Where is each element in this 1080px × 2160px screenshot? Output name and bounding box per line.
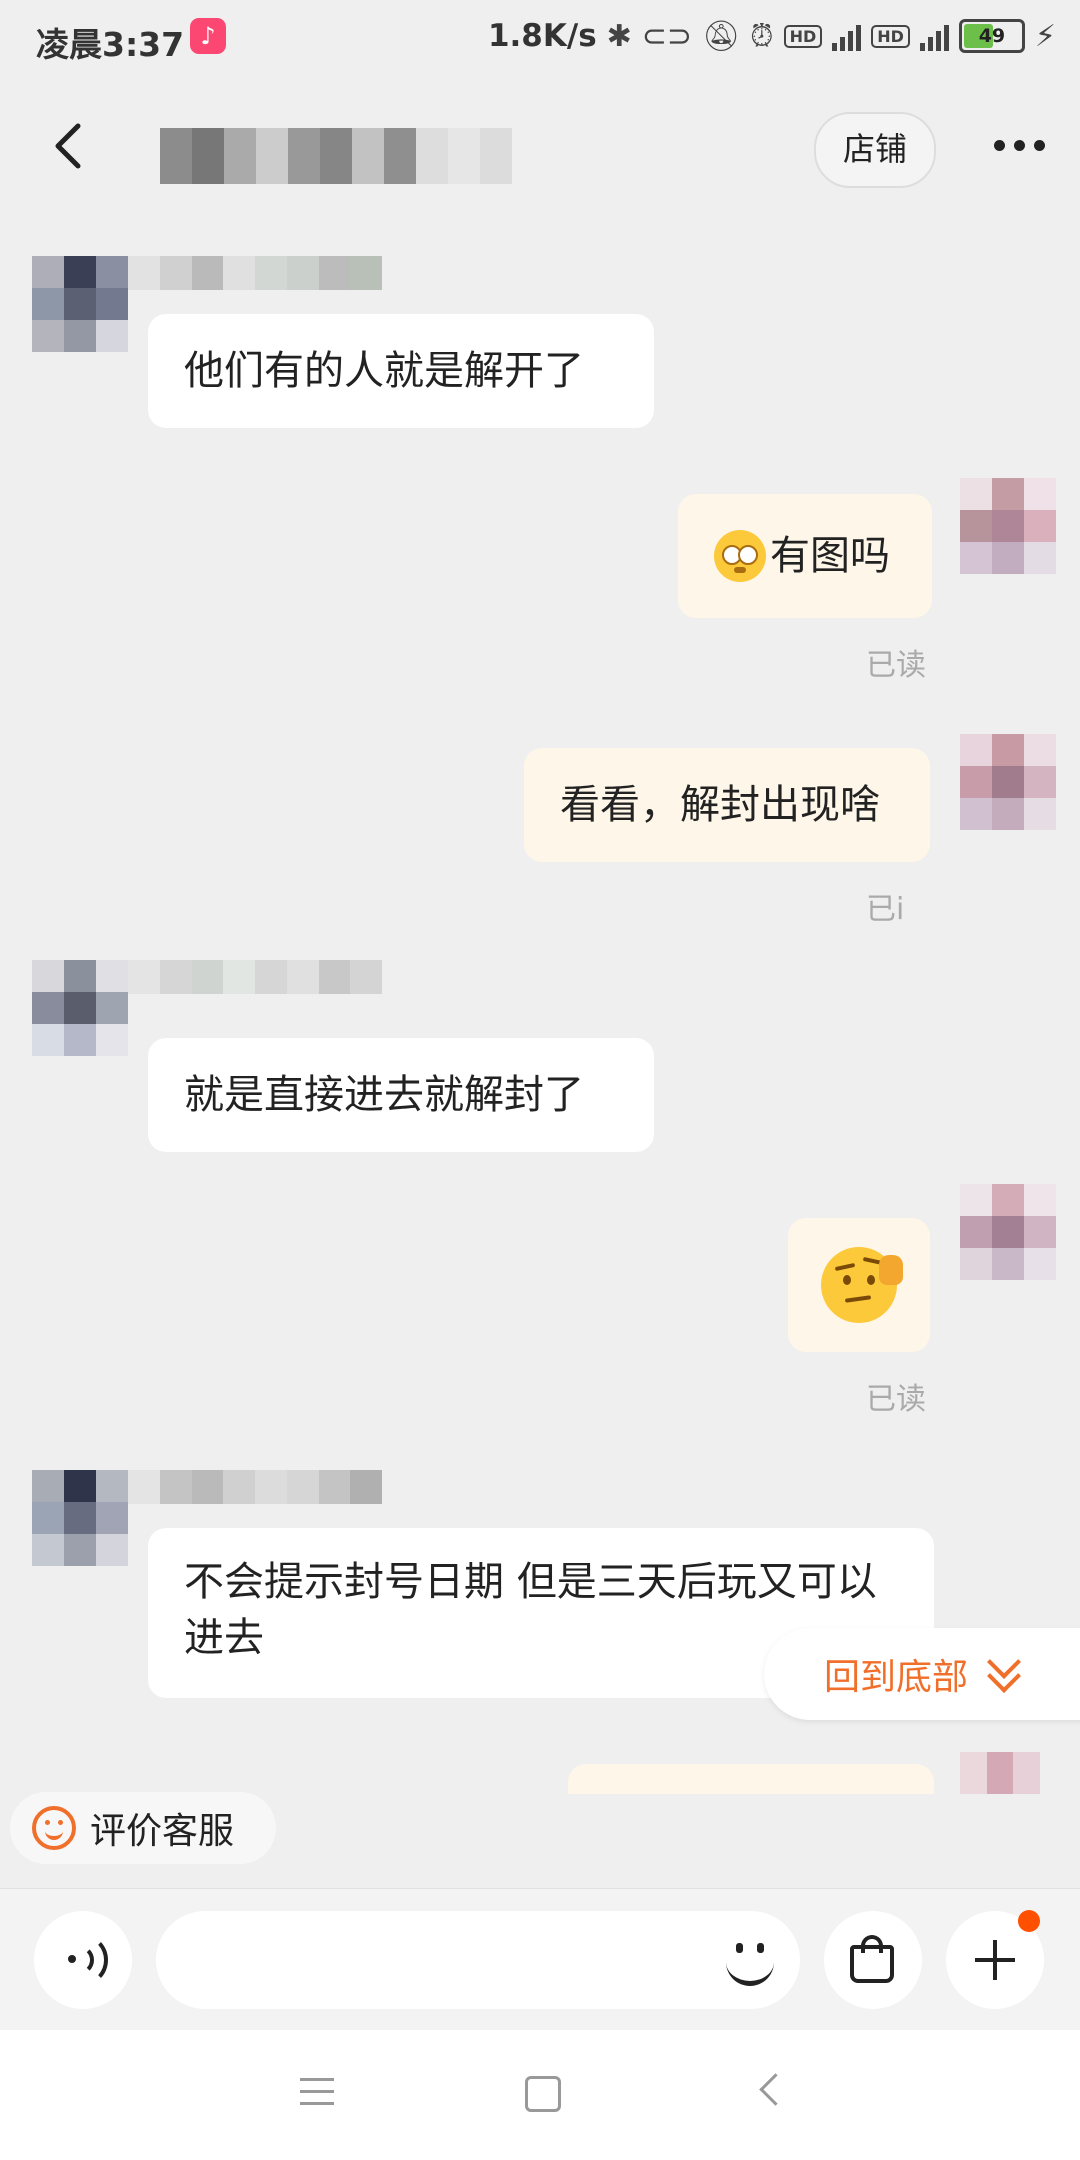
toggle-icon: ⊂⊃	[641, 18, 693, 54]
charging-icon: ⚡︎	[1034, 18, 1056, 54]
message-bubble[interactable]: 就是直接进去就解封了	[148, 1038, 654, 1152]
message-bubble[interactable]: 看看，解封出现啥	[524, 748, 930, 862]
home-icon[interactable]	[525, 2076, 561, 2112]
notification-dot	[1018, 1910, 1040, 1932]
message-bubble[interactable]	[788, 1218, 930, 1352]
message-bubble[interactable]: 有图吗	[678, 494, 932, 618]
signal-icon	[832, 21, 862, 51]
avatar-partial	[960, 1752, 1041, 1794]
avatar[interactable]	[32, 256, 128, 352]
read-status: 已读	[866, 1382, 926, 1417]
battery-level: 49	[978, 25, 1006, 47]
status-time: 凌晨3:37	[36, 25, 185, 64]
message-bubble-partial	[568, 1764, 934, 1794]
net-speed: 1.8K/s	[487, 18, 597, 54]
hd-icon: HD	[783, 24, 823, 48]
emoji-icon[interactable]	[720, 1929, 780, 1989]
status-icons: 1.8K/s ✱ ⊂⊃ 🔕︎ ⏰︎ HD HD 49 ⚡︎	[488, 18, 1056, 54]
read-status: 已读	[866, 648, 926, 683]
system-nav-bar	[0, 2030, 1080, 2160]
shopping-bag-icon[interactable]	[824, 1911, 922, 2009]
smile-icon	[32, 1806, 76, 1850]
douyin-icon: ♪	[190, 18, 226, 54]
avatar[interactable]	[32, 1470, 128, 1566]
avatar[interactable]	[960, 1184, 1056, 1280]
mute-icon: 🔕︎	[702, 18, 741, 54]
rate-service-label: 评价客服	[90, 1811, 235, 1852]
battery-icon: 49	[958, 19, 1025, 53]
sender-name-blurred	[128, 256, 382, 290]
hd-icon-2: HD	[871, 24, 910, 48]
input-bar	[0, 1888, 1080, 2031]
rolling-eyes-emoji-icon	[714, 530, 766, 582]
back-to-bottom-button[interactable]: 回到底部	[764, 1628, 1080, 1720]
double-chevron-down-icon	[986, 1645, 1022, 1694]
shop-name-blurred	[160, 128, 512, 184]
thinking-face-emoji-icon	[821, 1247, 903, 1323]
system-back-icon[interactable]	[759, 2073, 792, 2106]
sender-name-blurred	[128, 960, 382, 994]
signal-icon-2	[919, 21, 949, 51]
message-text: 有图吗	[770, 533, 890, 579]
avatar[interactable]	[960, 734, 1056, 830]
store-button[interactable]: 店铺	[814, 112, 936, 188]
chat-screen: 凌晨3:37 ♪ 1.8K/s ✱ ⊂⊃ 🔕︎ ⏰︎ HD HD 49 ⚡︎ 店…	[0, 0, 1080, 2160]
avatar[interactable]	[32, 960, 128, 1056]
recent-apps-icon[interactable]	[300, 2078, 334, 2108]
message-bubble[interactable]: 他们有的人就是解开了	[148, 314, 654, 428]
status-bar: 凌晨3:37 ♪ 1.8K/s ✱ ⊂⊃ 🔕︎ ⏰︎ HD HD 49 ⚡︎	[0, 0, 1080, 76]
message-input[interactable]	[156, 1911, 800, 2009]
back-to-bottom-label: 回到底部	[824, 1657, 969, 1698]
avatar[interactable]	[960, 478, 1056, 574]
voice-input-icon[interactable]	[34, 1911, 132, 2009]
chat-header: 店铺	[0, 90, 1080, 210]
sender-name-blurred	[128, 1470, 382, 1504]
bluetooth-icon: ✱	[606, 18, 632, 54]
rate-service-button[interactable]: 评价客服	[10, 1792, 276, 1864]
read-status: 已i	[866, 892, 905, 927]
alarm-icon: ⏰︎	[750, 18, 774, 54]
more-options-icon[interactable]	[984, 130, 1054, 160]
back-arrow-icon[interactable]	[40, 116, 100, 176]
